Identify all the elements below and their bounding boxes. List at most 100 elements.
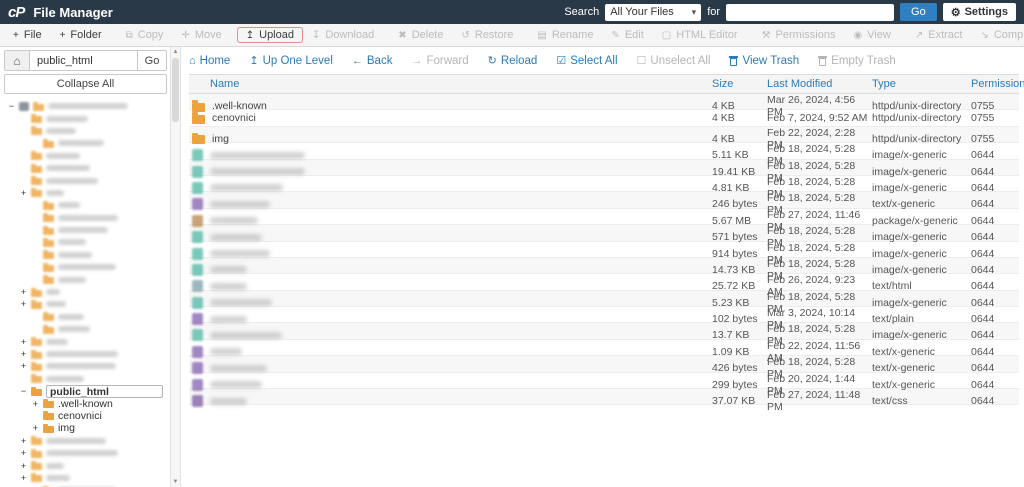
cell-size: 13.7 KB xyxy=(712,329,750,342)
extract-button: ↗ Extract xyxy=(914,29,963,41)
collapse-icon[interactable]: − xyxy=(8,101,15,111)
tree-item-redacted[interactable] xyxy=(4,150,167,162)
tree-item-redacted[interactable]: − xyxy=(4,100,167,112)
expand-icon[interactable]: + xyxy=(20,287,27,297)
scroll-up-arrow[interactable]: ▲ xyxy=(173,48,179,56)
tree-item-redacted[interactable]: + xyxy=(4,447,167,459)
file-row[interactable]: 25.72 KB Feb 26, 2024, 9:23 AM text/html 06… xyxy=(189,274,1019,298)
tree-item-redacted[interactable]: + xyxy=(4,472,167,484)
expand-icon[interactable]: + xyxy=(20,436,27,446)
view-trash-button[interactable]: View Trash xyxy=(729,55,799,67)
file-row[interactable]: 5.23 KB Feb 18, 2024, 5:28 PM image/x-gene… xyxy=(189,290,1019,315)
reload-button[interactable]: ↻ Reload xyxy=(488,54,538,68)
tree-item-redacted[interactable] xyxy=(4,112,167,124)
cell-permissions: 0644 xyxy=(971,329,995,342)
expand-icon[interactable]: + xyxy=(32,399,39,409)
tree-item-redacted[interactable] xyxy=(4,273,167,285)
tree-item-redacted[interactable]: + xyxy=(4,435,167,447)
expand-icon[interactable]: + xyxy=(20,299,27,309)
tree-item-redacted[interactable]: + xyxy=(4,298,167,310)
file-row[interactable]: 426 bytes Feb 18, 2024, 5:28 PM text/x-gen… xyxy=(189,356,1019,380)
folder-button[interactable]: + Folder xyxy=(51,27,111,43)
scroll-down-arrow[interactable]: ▼ xyxy=(173,478,179,486)
search-input[interactable] xyxy=(726,3,895,21)
tree-item-redacted[interactable] xyxy=(4,311,167,323)
search-scope-select[interactable]: All Your Files ▾ xyxy=(605,3,702,21)
expand-icon[interactable]: + xyxy=(20,361,27,371)
tree-item-redacted[interactable]: + xyxy=(4,459,167,471)
file-row[interactable]: 1.09 KB Feb 22, 2024, 11:56 AM text/x-gene… xyxy=(189,340,1019,364)
expand-icon[interactable]: + xyxy=(20,188,27,198)
path-go-button[interactable]: Go xyxy=(137,51,166,70)
search-scope-value: All Your Files xyxy=(610,6,674,18)
file-button[interactable]: + File xyxy=(4,27,51,43)
sidebar-scrollbar[interactable]: ▲ ▼ xyxy=(170,47,181,487)
tree-item-redacted[interactable]: + xyxy=(4,360,167,372)
tree-item-cenovnici[interactable]: cenovnici xyxy=(4,410,167,422)
column-header-size[interactable]: Size xyxy=(712,78,767,90)
collapse-icon[interactable]: − xyxy=(20,386,27,396)
back-button[interactable]: ← Back xyxy=(352,55,393,67)
tree-item-redacted[interactable] xyxy=(4,224,167,236)
home-button[interactable]: ⌂ xyxy=(5,51,30,70)
tree-item-public-html[interactable]: − public_html xyxy=(4,384,167,398)
file-row[interactable]: 914 bytes Feb 18, 2024, 5:28 PM image/x-ge… xyxy=(189,242,1019,266)
tree-item-redacted[interactable] xyxy=(4,261,167,273)
settings-button[interactable]: ⚙ Settings xyxy=(942,3,1016,21)
tree-item-redacted[interactable] xyxy=(4,199,167,211)
file-row[interactable]: 299 bytes Feb 20, 2024, 1:44 PM text/x-gen… xyxy=(189,373,1019,397)
column-header-last-modified[interactable]: Last Modified xyxy=(767,78,872,90)
tree-item-redacted[interactable] xyxy=(4,137,167,149)
tree-item-redacted[interactable]: + xyxy=(4,335,167,347)
file-row[interactable]: img 4 KB Feb 22, 2024, 2:28 PM httpd/unix-d… xyxy=(189,126,1019,151)
folder-icon xyxy=(31,349,42,359)
tree-item-redacted[interactable] xyxy=(4,323,167,335)
tree-item-redacted[interactable] xyxy=(4,162,167,174)
expand-icon[interactable]: + xyxy=(20,473,27,483)
expand-icon[interactable]: + xyxy=(32,423,39,433)
file-nav-bar: ⌂ Home ↥ Up One Level ← Back → Forward ↻ Reload ☑ S… xyxy=(189,52,1019,69)
tree-item-redacted[interactable]: + xyxy=(4,348,167,360)
scrollbar-thumb[interactable] xyxy=(172,58,179,122)
tree-item-redacted[interactable] xyxy=(4,212,167,224)
tree-item-well-known[interactable]: + .well-known xyxy=(4,397,167,410)
file-row[interactable]: 13.7 KB Feb 18, 2024, 5:28 PM image/x-gene… xyxy=(189,323,1019,347)
file-row[interactable]: 14.73 KB Feb 18, 2024, 5:28 PM image/x-gen… xyxy=(189,257,1019,282)
search-go-button[interactable]: Go xyxy=(900,3,937,21)
tree-item-redacted[interactable] xyxy=(4,236,167,248)
tree-item-redacted[interactable]: + xyxy=(4,187,167,199)
file-row[interactable]: 5.67 MB Feb 27, 2024, 11:46 PM package/x-g… xyxy=(189,209,1019,233)
select-all-button[interactable]: ☑ Select All xyxy=(556,54,617,68)
expand-icon[interactable]: + xyxy=(20,349,27,359)
file-row[interactable]: 4.81 KB Feb 18, 2024, 5:28 PM image/x-gene… xyxy=(189,176,1019,200)
upload-icon: ↥ xyxy=(245,29,255,41)
file-row[interactable]: 571 bytes Feb 18, 2024, 5:28 PM image/x-ge… xyxy=(189,225,1019,249)
tree-item-redacted[interactable] xyxy=(4,249,167,261)
tree-item-redacted[interactable]: + xyxy=(4,286,167,298)
tree-item-label: cenovnici xyxy=(58,409,102,422)
column-header-name[interactable]: Name xyxy=(189,78,712,90)
up-one-level-button[interactable]: ↥ Up One Level xyxy=(249,54,333,68)
file-row[interactable]: 246 bytes Feb 18, 2024, 5:28 PM text/x-gen… xyxy=(189,192,1019,216)
redacted-tree-label xyxy=(58,251,92,258)
expand-icon[interactable]: + xyxy=(20,461,27,471)
file-row[interactable]: 19.41 KB Feb 18, 2024, 5:28 PM image/x-gen… xyxy=(189,159,1019,184)
file-row[interactable]: .well-known 4 KB Mar 26, 2024, 4:56 PM http… xyxy=(189,94,1019,118)
collapse-all-button[interactable]: Collapse All xyxy=(4,74,167,94)
column-header-permissions[interactable]: Permissions xyxy=(971,78,1024,90)
home-button[interactable]: ⌂ Home xyxy=(189,55,230,67)
upload-button[interactable]: ↥ Upload xyxy=(236,27,303,43)
file-row[interactable]: 102 bytes Mar 3, 2024, 10:14 PM text/plain… xyxy=(189,307,1019,331)
tree-item-redacted[interactable] xyxy=(4,373,167,385)
tree-item-img[interactable]: + img xyxy=(4,422,167,434)
file-row[interactable]: cenovnici 4 KB Feb 7, 2024, 9:52 AM httpd/u… xyxy=(189,110,1019,127)
file-row[interactable]: 37.07 KB Feb 27, 2024, 11:48 PM text/css 06… xyxy=(189,389,1019,413)
cell-size: 914 bytes xyxy=(712,247,758,260)
tree-item-redacted[interactable] xyxy=(4,125,167,137)
expand-icon[interactable]: + xyxy=(20,448,27,458)
expand-icon[interactable]: + xyxy=(20,337,27,347)
column-header-type[interactable]: Type xyxy=(872,78,971,90)
tree-item-redacted[interactable] xyxy=(4,174,167,186)
path-input[interactable] xyxy=(30,51,137,70)
file-row[interactable]: 5.11 KB Feb 18, 2024, 5:28 PM image/x-gene… xyxy=(189,143,1019,167)
